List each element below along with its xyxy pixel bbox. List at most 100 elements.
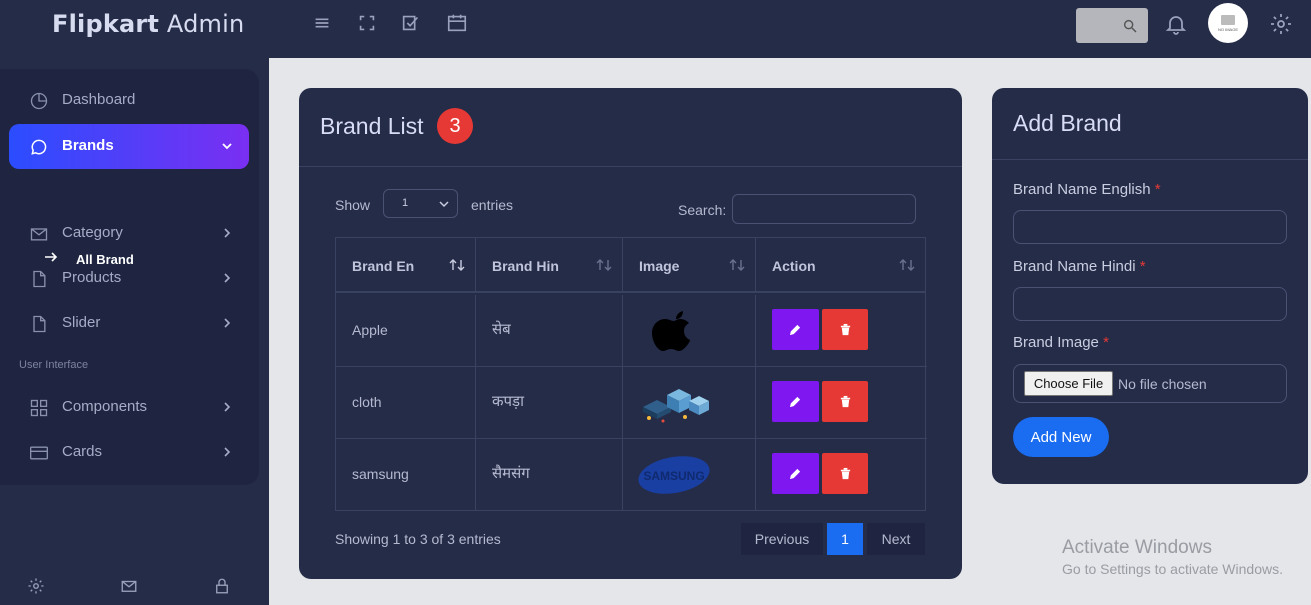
sidebar-item-products[interactable]: Products [9,256,249,301]
count-badge: 3 [437,108,473,144]
brand-table: Brand En Brand Hin Image Action Apple से… [335,237,927,511]
divider [992,159,1308,160]
chevron-right-icon [224,273,231,283]
sidebar-item-label: Brands [62,137,114,154]
edit-button[interactable] [772,381,819,422]
sidebar-item-label: Slider [62,314,101,331]
chevron-down-icon [439,201,449,208]
trash-icon [840,467,850,480]
brand-image-label: Brand Image * [1013,334,1109,351]
bell-icon[interactable] [1164,12,1188,36]
sidebar-item-category[interactable]: Category [9,211,249,256]
column-header-action[interactable]: Action [756,238,925,293]
chevron-down-icon [222,143,232,150]
brand-name-hindi-label: Brand Name Hindi * [1013,258,1146,275]
sidebar-item-brands[interactable]: Brands [9,124,249,169]
mail-icon[interactable] [120,577,138,595]
add-brand-card: Add Brand Brand Name English * Brand Nam… [992,88,1308,484]
grid-icon [30,399,48,417]
divider [299,166,962,167]
brand-name-english-label: Brand Name English * [1013,181,1161,198]
pagination-page[interactable]: 1 [827,523,863,555]
sort-icon [596,259,612,271]
card-icon [30,446,48,460]
table-row: cloth कपड़ा [336,367,927,439]
brand-hin-cell: सेब [492,320,511,338]
file-icon [33,315,46,333]
file-status: No file chosen [1118,376,1207,392]
sidebar-item-label: Category [62,224,123,241]
search-icon [1123,19,1137,33]
sidebar-item-cards[interactable]: Cards [9,430,249,475]
gear-icon[interactable] [27,577,45,595]
servers-image [643,389,709,423]
top-bar: Flipkart Admin NO IMAGE [0,0,1311,58]
activate-windows-subtitle: Go to Settings to activate Windows. [1062,561,1283,577]
choose-file-button[interactable]: Choose File [1024,371,1113,396]
pencil-icon [789,396,801,408]
lock-icon[interactable] [213,577,231,595]
apple-logo-image [652,311,690,351]
sidebar-item-label: Components [62,398,148,415]
sidebar-item-slider[interactable]: Slider [9,301,249,346]
entries-select[interactable]: 1 [383,189,458,218]
brand-name-english-input[interactable] [1013,210,1287,244]
entries-label: entries [471,197,514,213]
pencil-icon [789,324,801,336]
search-input[interactable] [732,194,916,224]
brand-hin-cell: कपड़ा [492,392,524,410]
sidebar-item-dashboard[interactable]: Dashboard [9,78,249,123]
column-header-image[interactable]: Image [623,238,756,293]
column-header-brand-en[interactable]: Brand En [336,238,476,293]
avatar[interactable]: NO IMAGE [1208,3,1248,43]
brand-en-cell: samsung [352,466,409,482]
brand-hin-cell: सैमसंग [492,464,530,482]
fullscreen-icon[interactable] [356,12,378,34]
sidebar: Dashboard Brands All Brand Category Prod… [0,69,259,485]
chevron-right-icon [224,402,231,412]
section-title: User Interface [19,359,89,371]
app-logo[interactable]: Flipkart Admin [52,10,244,38]
page-title: Brand List [320,113,424,139]
top-search-button[interactable] [1076,8,1148,43]
chevron-right-icon [224,228,231,238]
sidebar-item-label: Dashboard [62,91,136,108]
checklist-icon[interactable] [400,12,422,34]
search-label: Search: [678,202,727,218]
sort-icon [729,259,745,271]
pagination-previous[interactable]: Previous [741,523,823,555]
brand-en-cell: Apple [352,322,388,338]
activate-windows-title: Activate Windows [1062,537,1212,558]
pie-chart-icon [30,92,48,110]
menu-icon[interactable] [311,12,333,34]
pencil-icon [789,468,801,480]
trash-icon [840,323,850,336]
table-row: Apple सेब [336,295,927,367]
delete-button[interactable] [822,381,868,422]
brand-image-file-input: Choose File No file chosen [1013,364,1287,403]
gear-icon[interactable] [1269,12,1293,36]
sort-icon [899,259,915,271]
table-info: Showing 1 to 3 of 3 entries [335,531,501,547]
chevron-right-icon [224,447,231,457]
mail-icon [30,228,48,241]
column-header-brand-hin[interactable]: Brand Hin [476,238,623,293]
sidebar-item-components[interactable]: Components [9,385,249,430]
sidebar-item-label: Products [62,269,122,286]
table-row: samsung सैमसंग SAMSUNG [336,439,927,511]
edit-button[interactable] [772,309,819,350]
brand-en-cell: cloth [352,394,382,410]
file-icon [33,270,46,288]
sort-icon [449,259,465,271]
brand-list-card: Brand List 3 Show 1 entries Search: Bran… [299,88,962,579]
trash-icon [840,395,850,408]
delete-button[interactable] [822,453,868,494]
brand-name-hindi-input[interactable] [1013,287,1287,321]
samsung-logo-image: SAMSUNG [638,456,710,494]
pagination-next[interactable]: Next [867,523,925,555]
add-new-button[interactable]: Add New [1013,417,1109,457]
edit-button[interactable] [772,453,819,494]
delete-button[interactable] [822,309,868,350]
svg-text:SAMSUNG: SAMSUNG [643,469,704,483]
calendar-icon[interactable] [446,12,468,34]
